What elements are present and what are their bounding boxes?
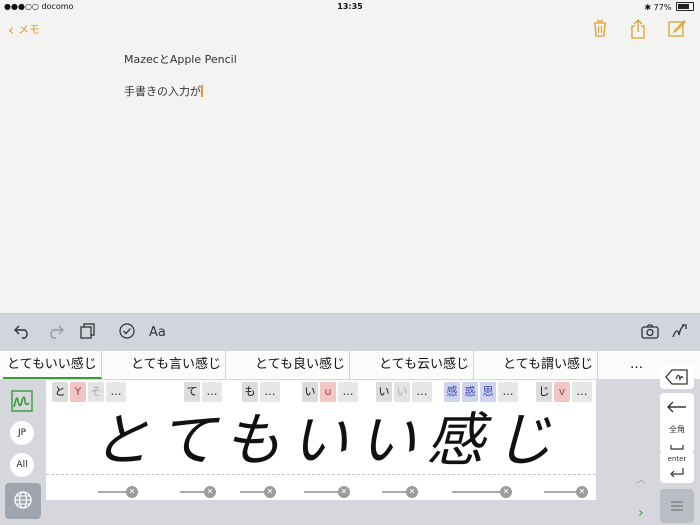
segment-slider[interactable]: ✕ xyxy=(382,486,418,498)
segment-char[interactable]: そ xyxy=(88,382,104,402)
remove-icon[interactable]: ✕ xyxy=(126,486,138,498)
segment-slider[interactable]: ✕ xyxy=(304,486,350,498)
handwriting-text: とてもいい感じ xyxy=(92,406,562,472)
all-mode-button[interactable]: All xyxy=(10,453,34,477)
segment-more[interactable]: … xyxy=(412,382,432,402)
bluetooth-icon: ✱ xyxy=(644,3,652,12)
backspace-button[interactable] xyxy=(660,365,694,389)
nav-bar: ‹ メモ xyxy=(0,14,700,44)
paste-icon[interactable] xyxy=(80,323,96,343)
more-candidates-button[interactable]: … xyxy=(626,351,647,379)
segment-char[interactable]: 惑 xyxy=(462,382,478,402)
chevron-right-icon[interactable]: › xyxy=(638,505,644,521)
candidate-2[interactable]: とても言い感じ xyxy=(127,351,226,379)
undo-icon[interactable] xyxy=(14,323,32,343)
compose-icon[interactable] xyxy=(668,19,686,41)
zenkaku-space-button[interactable]: 全角 xyxy=(660,419,694,453)
segment-more[interactable]: … xyxy=(202,382,222,402)
handwriting-keyboard: JP All と Y そ … て … も … い u … い い … 感 惑 思… xyxy=(0,365,700,525)
candidate-5[interactable]: とても謂い感じ xyxy=(499,351,598,379)
back-button[interactable]: ‹ メモ xyxy=(8,21,40,39)
segment-char[interactable]: も xyxy=(242,382,258,402)
jp-mode-button[interactable]: JP xyxy=(10,421,34,445)
remove-icon[interactable]: ✕ xyxy=(406,486,418,498)
candidate-4[interactable]: とても云い感じ xyxy=(375,351,474,379)
globe-icon[interactable] xyxy=(5,483,41,519)
note-title[interactable]: MazecとApple Pencil xyxy=(124,51,237,67)
chevron-left-icon: ‹ xyxy=(8,21,14,39)
sketch-icon[interactable] xyxy=(671,323,689,343)
segment-more[interactable]: … xyxy=(338,382,358,402)
handwriting-strokes: とてもいい感じ xyxy=(46,402,596,474)
keyboard-right-panel: 全角 enter xyxy=(655,365,700,525)
segment-slider[interactable]: ✕ xyxy=(180,486,216,498)
baseline-guide xyxy=(46,474,596,475)
segment-more[interactable]: … xyxy=(260,382,280,402)
segment-char[interactable]: て xyxy=(184,382,200,402)
remove-icon[interactable]: ✕ xyxy=(338,486,350,498)
segment-slider[interactable]: ✕ xyxy=(452,486,512,498)
candidate-1[interactable]: とてもいい感じ xyxy=(3,351,102,379)
segment-char[interactable]: い xyxy=(302,382,318,402)
keyboard-menu-button[interactable] xyxy=(660,489,694,523)
segment-char[interactable]: い xyxy=(376,382,392,402)
candidate-bar: とてもいい感じ とても言い感じ とても良い感じ とても云い感じ とても謂い感じ … xyxy=(0,351,700,380)
status-bar: ●●●○○ docomo 13:35 ✱ 77% xyxy=(0,0,700,14)
segment-more[interactable]: … xyxy=(106,382,126,402)
share-icon[interactable] xyxy=(630,19,646,43)
format-text-icon[interactable]: Aa xyxy=(149,325,166,340)
segment-more[interactable]: … xyxy=(572,382,592,402)
remove-icon[interactable]: ✕ xyxy=(500,486,512,498)
segment-char[interactable]: u xyxy=(320,382,336,402)
segment-slider[interactable]: ✕ xyxy=(240,486,276,498)
battery-area: ✱ 77% xyxy=(644,2,694,12)
segment-char[interactable]: い xyxy=(394,382,410,402)
chevron-up-icon[interactable]: ︿ xyxy=(636,471,646,486)
handwriting-mode-icon[interactable] xyxy=(10,389,34,413)
segment-more[interactable]: … xyxy=(498,382,518,402)
segment-char[interactable]: 感 xyxy=(444,382,460,402)
keyboard-left-panel: JP All xyxy=(0,379,44,525)
segment-char[interactable]: 思 xyxy=(480,382,496,402)
segment-sliders: ✕ ✕ ✕ ✕ ✕ ✕ ✕ xyxy=(46,485,606,499)
segment-char[interactable]: v xyxy=(554,382,570,402)
segment-slider[interactable]: ✕ xyxy=(98,486,138,498)
segment-char[interactable]: じ xyxy=(536,382,552,402)
checklist-icon[interactable] xyxy=(119,323,135,343)
remove-icon[interactable]: ✕ xyxy=(264,486,276,498)
trash-icon[interactable] xyxy=(592,19,608,41)
segment-char[interactable]: Y xyxy=(70,382,86,402)
camera-icon[interactable] xyxy=(641,323,659,343)
text-cursor xyxy=(201,85,203,97)
keyboard-toolbar: Aa xyxy=(0,313,700,352)
segment-slider[interactable]: ✕ xyxy=(544,486,588,498)
remove-icon[interactable]: ✕ xyxy=(576,486,588,498)
note-body-line[interactable]: 手書きの入力が xyxy=(124,83,203,99)
enter-button[interactable]: enter xyxy=(660,451,694,483)
battery-icon xyxy=(676,2,694,11)
remove-icon[interactable]: ✕ xyxy=(204,486,216,498)
battery-percent: 77% xyxy=(653,3,672,12)
segment-char[interactable]: と xyxy=(52,382,68,402)
clock: 13:35 xyxy=(337,2,363,11)
candidate-3[interactable]: とても良い感じ xyxy=(251,351,350,379)
redo-icon[interactable] xyxy=(46,323,64,343)
